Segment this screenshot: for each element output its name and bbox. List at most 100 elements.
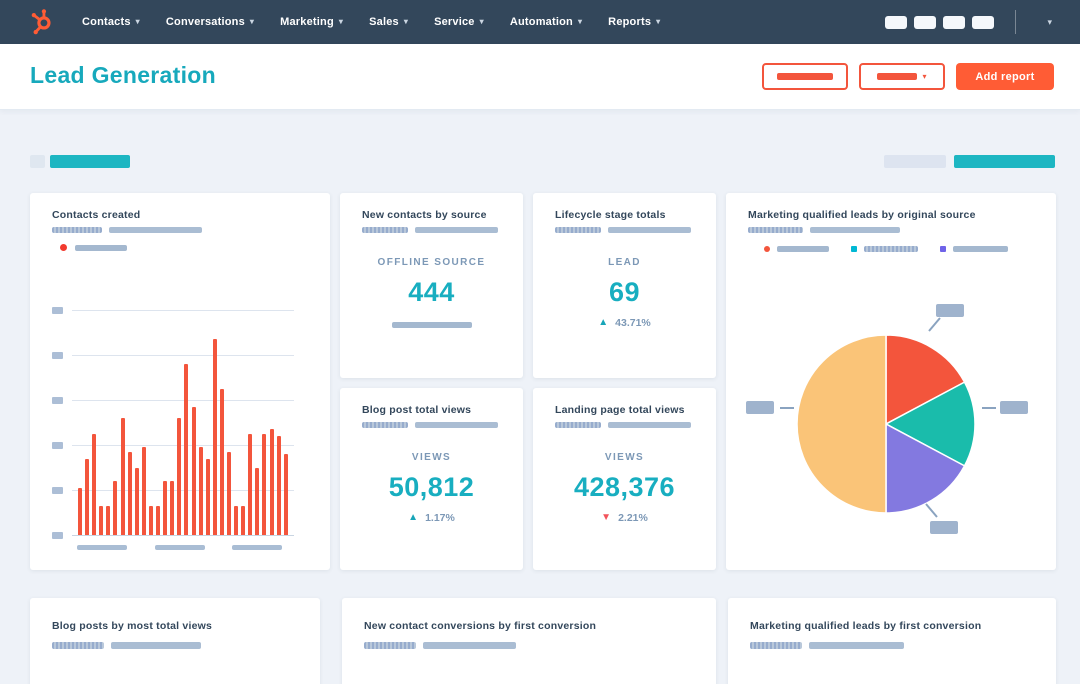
card-title: Blog post total views — [362, 404, 472, 416]
card-contacts-created: Contacts created — [30, 193, 330, 570]
add-report-button[interactable]: Add report — [956, 63, 1054, 90]
card-subtitle-placeholder — [555, 422, 691, 428]
chevron-down-icon[interactable]: ▾ — [1047, 17, 1052, 28]
header-dropdown-button[interactable]: ▾ — [859, 63, 945, 90]
chart-legend-item[interactable] — [60, 244, 127, 251]
metric-label: VIEWS — [604, 452, 645, 463]
chevron-down-icon: ▾ — [656, 17, 661, 26]
header-outline-button[interactable] — [762, 63, 848, 90]
card-mql-by-first-conversion: Marketing qualified leads by first conve… — [728, 598, 1056, 684]
bar — [120, 418, 125, 535]
x-label-placeholder — [155, 545, 205, 550]
bar — [177, 418, 182, 535]
filter-icon-placeholder — [30, 155, 45, 168]
nav-action-placeholder-icon[interactable] — [885, 15, 908, 29]
chevron-down-icon: ▾ — [338, 17, 344, 26]
metric-value: 428,376 — [573, 472, 676, 502]
page-header: Lead Generation ▾ Add report — [0, 44, 1080, 110]
chevron-down-icon: ▾ — [249, 17, 255, 26]
bar — [92, 433, 97, 535]
bar — [205, 458, 210, 535]
metric-delta: ▲ 1.17% — [408, 512, 455, 524]
bar-chart — [52, 307, 294, 550]
legend-marker — [851, 246, 857, 252]
nav-item-automation[interactable]: Automation ▾ — [510, 16, 582, 28]
x-label-placeholder — [232, 545, 282, 550]
card-title: Contacts created — [52, 209, 141, 221]
nav-item-marketing[interactable]: Marketing ▾ — [280, 16, 343, 28]
card-title: Marketing qualified leads by first conve… — [750, 620, 982, 632]
hubspot-dashboard: Contacts ▾ Conversations ▾ Marketing ▾ Sale… — [0, 0, 1080, 684]
bar — [241, 505, 246, 535]
pie-label-placeholder — [936, 304, 964, 317]
bar — [191, 406, 196, 535]
divider — [1015, 10, 1017, 34]
legend-label-placeholder — [864, 246, 918, 252]
nav-item-contacts[interactable]: Contacts ▾ — [82, 16, 140, 28]
card-subtitle-placeholder — [364, 642, 516, 649]
bar-series — [72, 310, 294, 535]
dashboard-filter-left[interactable] — [50, 155, 130, 168]
chevron-down-icon: ▾ — [577, 17, 583, 26]
nav-item-reports[interactable]: Reports ▾ — [608, 16, 660, 28]
bar — [85, 458, 90, 535]
legend-marker — [764, 246, 770, 252]
legend-label-placeholder — [777, 246, 829, 252]
bar — [269, 429, 274, 535]
y-tick-placeholder — [52, 442, 63, 449]
card-mql-by-original-source: Marketing qualified leads by original so… — [726, 193, 1056, 570]
nav-item-conversations[interactable]: Conversations ▾ — [166, 16, 254, 28]
bar — [148, 505, 153, 535]
card-lifecycle-stage-totals: Lifecycle stage totals LEAD 69 ▲ 43.71% — [533, 193, 716, 378]
main-menu: Contacts ▾ Conversations ▾ Marketing ▾ Sale… — [82, 16, 660, 28]
nav-action-placeholder-icon[interactable] — [943, 15, 966, 29]
card-title: Lifecycle stage totals — [555, 209, 666, 221]
card-landing-page-total-views: Landing page total views VIEWS 428,376 ▼… — [533, 388, 716, 570]
card-subtitle-placeholder — [362, 227, 498, 233]
metric-value: 50,812 — [388, 472, 475, 502]
nav-action-placeholder-icon[interactable] — [972, 15, 995, 29]
page-title: Lead Generation — [30, 62, 216, 88]
bar — [262, 433, 267, 535]
bar — [163, 481, 168, 535]
hubspot-logo[interactable] — [28, 6, 58, 38]
metric-label: LEAD — [608, 257, 641, 268]
bar — [248, 433, 253, 535]
card-new-contact-conversions: New contact conversions by first convers… — [342, 598, 716, 684]
filter-label-placeholder — [884, 155, 946, 168]
metric-footer-placeholder — [391, 322, 472, 328]
nav-item-sales[interactable]: Sales ▾ — [369, 16, 408, 28]
legend-label-placeholder — [953, 246, 1008, 252]
text-placeholder — [777, 73, 833, 80]
arrow-down-icon: ▼ — [601, 512, 612, 523]
pie-slice — [796, 334, 887, 514]
y-tick-placeholder — [52, 397, 63, 404]
metric-label: VIEWS — [411, 452, 452, 463]
metric-value: 444 — [408, 277, 455, 307]
chart-legend — [764, 246, 1008, 252]
card-subtitle-placeholder — [52, 642, 201, 649]
nav-item-service[interactable]: Service ▾ — [434, 16, 484, 28]
pie-chart — [746, 304, 1028, 534]
card-subtitle-placeholder — [52, 227, 202, 233]
chart-legend-item[interactable] — [851, 246, 918, 252]
bar — [283, 454, 288, 535]
nav-actions: ▾ — [885, 0, 1080, 44]
bar — [219, 388, 224, 535]
bar — [99, 505, 104, 535]
chevron-down-icon: ▾ — [403, 17, 409, 26]
chart-legend-item[interactable] — [940, 246, 1008, 252]
pie-label-placeholder — [930, 521, 958, 534]
arrow-up-icon: ▲ — [408, 512, 419, 523]
bar — [113, 481, 118, 535]
card-new-contacts-by-source: New contacts by source OFFLINE SOURCE 44… — [340, 193, 523, 378]
text-placeholder — [877, 73, 918, 80]
pie-label-placeholder — [746, 401, 774, 414]
dashboard-filter-right[interactable] — [954, 155, 1055, 168]
card-blog-post-total-views: Blog post total views VIEWS 50,812 ▲ 1.1… — [340, 388, 523, 570]
metric-delta: ▲ 43.71% — [598, 317, 651, 329]
chart-legend-item[interactable] — [764, 246, 829, 252]
card-title: Landing page total views — [555, 404, 685, 416]
nav-action-placeholder-icon[interactable] — [914, 15, 937, 29]
chevron-down-icon: ▾ — [479, 17, 484, 26]
